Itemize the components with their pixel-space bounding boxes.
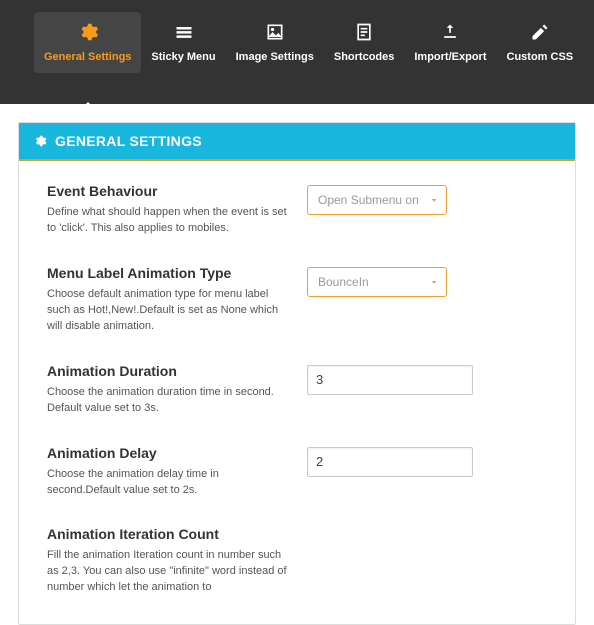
field-title: Animation Iteration Count (47, 526, 287, 542)
field-event-behaviour: Event Behaviour Define what should happe… (47, 183, 547, 237)
chevron-down-icon (428, 194, 440, 206)
tab-sticky-menu[interactable]: Sticky Menu (141, 12, 225, 73)
gear-icon (33, 134, 47, 148)
field-title: Animation Delay (47, 445, 287, 461)
field-title: Animation Duration (47, 363, 287, 379)
image-icon (263, 20, 287, 44)
field-title: Event Behaviour (47, 183, 287, 199)
tab-label: Sticky Menu (151, 51, 215, 63)
field-animation-duration: Animation Duration Choose the animation … (47, 363, 547, 417)
menu-icon (172, 20, 196, 44)
field-animation-delay: Animation Delay Choose the animation del… (47, 445, 547, 499)
gear-icon (76, 20, 100, 44)
tab-import-export[interactable]: Import/Export (404, 12, 496, 73)
panel-title: GENERAL SETTINGS (55, 133, 202, 149)
tab-custom-css[interactable]: Custom CSS (497, 12, 584, 73)
animation-delay-input[interactable] (307, 447, 473, 477)
field-desc: Choose the animation duration time in se… (47, 385, 287, 417)
tab-label: General Settings (44, 51, 131, 63)
tab-image-settings[interactable]: Image Settings (226, 12, 324, 73)
field-desc: Choose the animation delay time in secon… (47, 467, 287, 499)
field-label-animation-type: Menu Label Animation Type Choose default… (47, 265, 547, 335)
animation-duration-input[interactable] (307, 365, 473, 395)
tab-label: Shortcodes (334, 51, 395, 63)
tab-label: Image Settings (236, 51, 314, 63)
edit-icon (528, 20, 552, 44)
general-settings-panel: GENERAL SETTINGS Event Behaviour Define … (18, 122, 576, 625)
label-animation-select[interactable]: BounceIn (307, 267, 447, 297)
import-export-icon (438, 20, 462, 44)
chevron-down-icon (428, 276, 440, 288)
field-title: Menu Label Animation Type (47, 265, 287, 281)
top-nav-bar: General Settings Sticky Menu Image Setti… (0, 0, 594, 104)
event-behaviour-select[interactable]: Open Submenu on (307, 185, 447, 215)
field-desc: Choose default animation type for menu l… (47, 287, 287, 335)
tab-list: General Settings Sticky Menu Image Setti… (0, 12, 583, 73)
field-animation-iteration-count: Animation Iteration Count Fill the anima… (47, 526, 547, 596)
tab-label: Import/Export (414, 51, 486, 63)
content-area: GENERAL SETTINGS Event Behaviour Define … (0, 104, 594, 625)
tab-shortcodes[interactable]: Shortcodes (324, 12, 405, 73)
field-desc: Define what should happen when the event… (47, 205, 287, 237)
select-value: BounceIn (318, 275, 369, 289)
document-icon (352, 20, 376, 44)
tab-general-settings[interactable]: General Settings (34, 12, 141, 73)
panel-header: GENERAL SETTINGS (19, 123, 575, 159)
select-value: Open Submenu on (318, 193, 419, 207)
tab-label: Custom CSS (507, 51, 574, 63)
panel-body: Event Behaviour Define what should happe… (19, 161, 575, 596)
field-desc: Fill the animation Iteration count in nu… (47, 548, 287, 596)
